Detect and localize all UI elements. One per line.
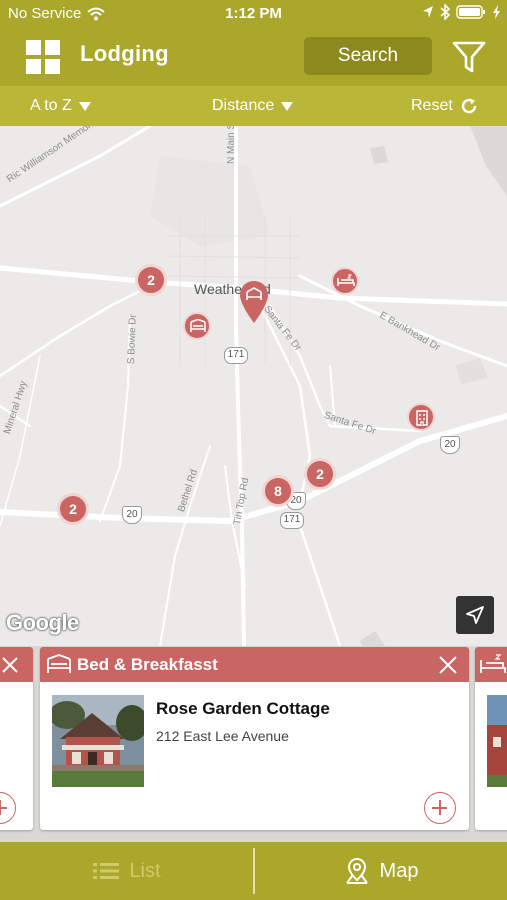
tab-map[interactable]: Map — [255, 842, 507, 900]
highway-shield: 171 — [224, 347, 248, 364]
map-cluster[interactable]: 8 — [262, 475, 294, 507]
hotel-marker[interactable] — [407, 403, 435, 431]
bed-icon — [47, 654, 71, 673]
caret-down-icon — [78, 101, 91, 111]
selected-location-pin[interactable] — [239, 280, 269, 324]
bottom-tab-bar: List Map — [0, 842, 507, 900]
map-view[interactable]: Ric Williamson Memorial Hwy N Main St S … — [0, 126, 507, 646]
reset-button[interactable]: Reset — [411, 97, 478, 115]
reset-label: Reset — [411, 97, 453, 114]
road-network — [0, 126, 507, 646]
listing-card-previous[interactable] — [0, 647, 33, 830]
search-button[interactable]: Search — [304, 37, 432, 75]
card-header — [0, 647, 33, 682]
road-label: N Main St — [226, 126, 237, 164]
funnel-icon[interactable] — [450, 38, 488, 76]
interstate-shield: 20 — [122, 506, 142, 524]
building-icon — [416, 410, 428, 426]
grid-menu-icon[interactable] — [26, 40, 60, 74]
caret-down-icon — [281, 101, 294, 111]
bed-breakfast-marker[interactable] — [183, 312, 211, 340]
card-header: Bed & Breakfasst — [40, 647, 469, 682]
map-cluster[interactable]: 2 — [304, 458, 336, 490]
sort-alpha-label: A to Z — [30, 97, 72, 114]
status-bar: No Service 1:12 PM — [0, 0, 507, 28]
listing-photo — [52, 695, 144, 787]
map-cluster[interactable]: 2 — [57, 493, 89, 525]
navigation-arrow-icon — [466, 606, 484, 624]
close-icon[interactable] — [0, 655, 20, 675]
sort-distance-label: Distance — [212, 97, 275, 114]
tab-list[interactable]: List — [0, 842, 254, 900]
locate-me-button[interactable] — [456, 596, 494, 634]
listing-card[interactable]: Bed & Breakfasst Rose Garden Cottage 212… — [40, 647, 469, 830]
sort-alpha-button[interactable]: A to Z — [30, 97, 91, 115]
page-title: Lodging — [80, 41, 169, 66]
listing-carousel[interactable]: Bed & Breakfasst Rose Garden Cottage 212… — [0, 646, 507, 842]
card-header — [475, 647, 507, 682]
list-icon — [93, 863, 120, 879]
location-arrow-icon — [423, 6, 433, 18]
interstate-shield: 20 — [440, 436, 460, 454]
road-label: S Bowie Dr — [126, 314, 139, 365]
sleep-bed-icon — [337, 274, 355, 286]
inn-marker[interactable] — [331, 267, 359, 295]
sort-distance-button[interactable]: Distance — [212, 97, 294, 115]
card-category: Bed & Breakfasst — [77, 655, 218, 674]
charging-bolt-icon — [493, 5, 500, 19]
listing-name[interactable]: Rose Garden Cottage — [156, 699, 330, 719]
battery-icon — [456, 5, 485, 19]
bluetooth-icon — [440, 4, 450, 20]
map-cluster[interactable]: 2 — [135, 264, 167, 296]
app-header: Lodging Search — [0, 28, 507, 86]
tab-map-label: Map — [379, 859, 419, 882]
close-icon[interactable] — [437, 654, 459, 676]
add-button[interactable] — [0, 792, 16, 824]
status-right — [422, 4, 501, 20]
listing-card-next[interactable] — [475, 647, 507, 830]
tab-list-label: List — [129, 859, 161, 882]
refresh-icon — [461, 98, 476, 114]
map-pin-icon — [345, 857, 368, 884]
bed-icon — [190, 319, 206, 332]
sort-bar: A to Z Distance Reset — [0, 86, 507, 126]
sleep-bed-icon — [480, 654, 506, 673]
listing-address: 212 East Lee Avenue — [156, 728, 289, 744]
google-attribution: Google — [6, 610, 79, 635]
listing-photo — [487, 695, 507, 787]
highway-shield: 171 — [280, 512, 304, 529]
add-to-itinerary-button[interactable] — [424, 792, 456, 824]
